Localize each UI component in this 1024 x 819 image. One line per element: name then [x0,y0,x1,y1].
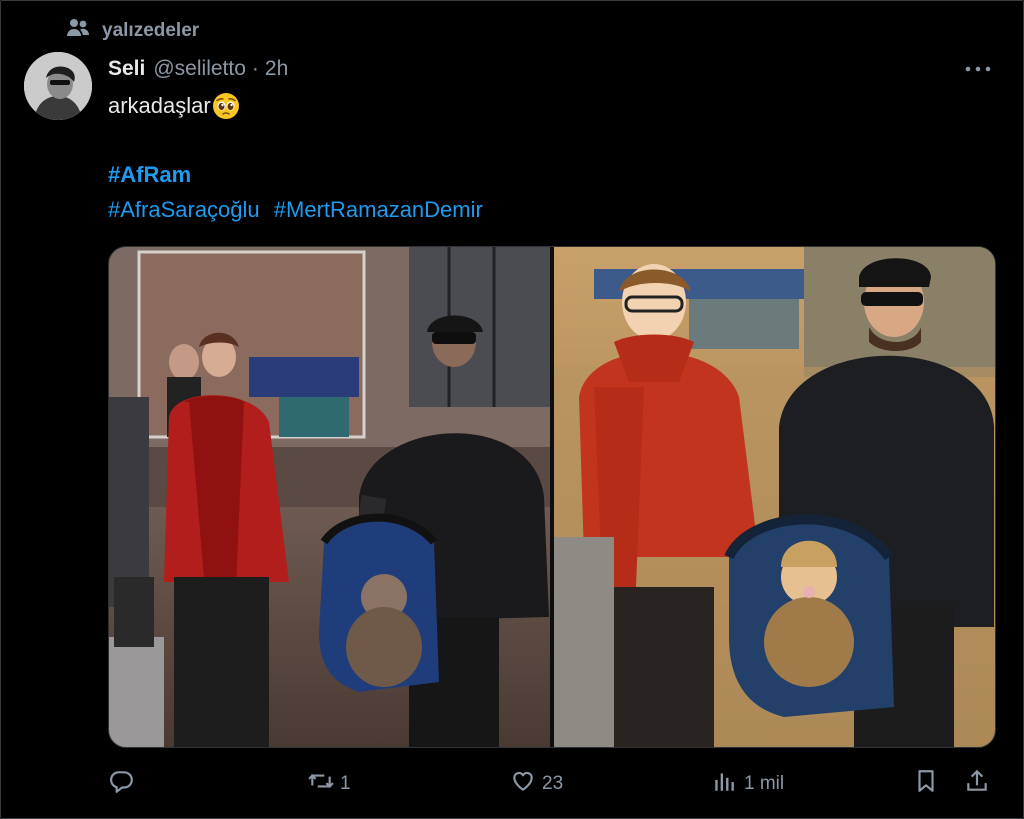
photo-left[interactable] [109,247,550,747]
author-handle[interactable]: @seliletto [153,57,246,81]
hashtag-line-2: #AfraSaraçoğlu #MertRamazanDemir [108,197,491,223]
views-count: 1 mil [744,773,785,794]
retweet-icon [308,768,334,800]
tweet-text: arkadaşlar [108,92,240,120]
social-context[interactable]: yalızedeler [66,18,199,44]
like-count: 23 [542,773,564,794]
social-context-label: yalızedeler [102,20,200,41]
media-grid [108,246,996,748]
pleading-face-emoji [212,92,240,120]
views-icon [712,768,738,800]
reply-button[interactable] [108,766,140,802]
hashtag-mert-ramazan-demir[interactable]: #MertRamazanDemir [274,197,483,222]
photo-right[interactable] [554,247,995,747]
like-button[interactable]: 23 [510,766,563,802]
retweet-count: 1 [340,773,351,794]
more-options-button[interactable] [964,56,992,80]
people-icon [66,17,90,45]
separator-dot: · [251,57,259,80]
tweet-header: Seli @seliletto · 2h [108,55,1004,83]
hashtag-line-1: #AfRam [108,162,191,188]
hashtag-afram[interactable]: #AfRam [108,162,191,187]
heart-icon [510,768,536,800]
bookmark-button[interactable] [913,766,939,802]
avatar[interactable] [24,52,92,120]
retweet-button[interactable]: 1 [308,766,351,802]
bookmark-icon [913,768,939,800]
more-icon [965,59,991,77]
action-bar: 1 23 1 mil [108,766,994,802]
hashtag-afra-saracoglu[interactable]: #AfraSaraçoğlu [108,197,260,222]
share-button[interactable] [964,766,990,802]
share-icon [964,768,990,800]
reply-icon [108,768,134,800]
author-name[interactable]: Seli [108,57,145,81]
views-button[interactable]: 1 mil [712,766,784,802]
timestamp[interactable]: 2h [265,57,288,81]
tweet-text-content: arkadaşlar [108,93,211,118]
